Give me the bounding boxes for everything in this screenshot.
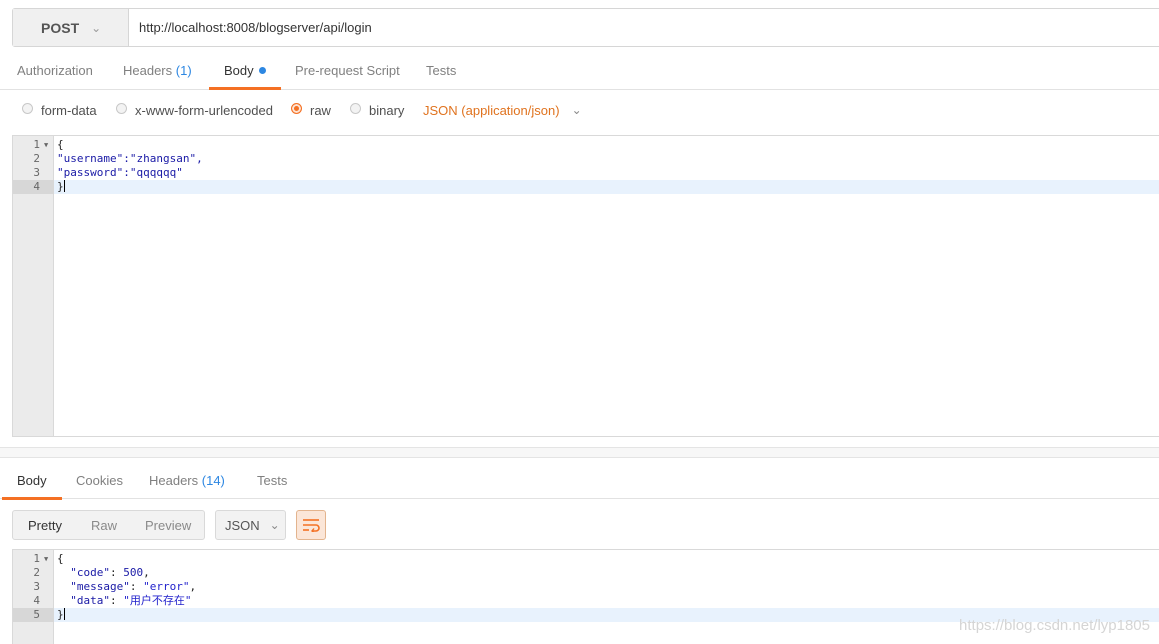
content-type-label: JSON (application/json) — [423, 102, 560, 118]
method-label: POST — [41, 19, 80, 36]
request-tabs: Authorization Headers (1) Body Pre-reque… — [0, 56, 1159, 90]
code-text: } — [57, 180, 64, 193]
line-number: 4 — [33, 594, 40, 607]
view-mode-raw[interactable]: Raw — [91, 518, 117, 533]
code-line: 2 "code": 500, — [13, 566, 1159, 580]
code-line-active: 4 } — [13, 180, 1159, 194]
tab-label: Headers — [123, 63, 173, 78]
tab-label: Tests — [426, 63, 457, 78]
radio-circle-icon — [22, 103, 33, 114]
code-text: "password":"qqqqqq" — [57, 166, 183, 179]
tab-tests[interactable]: Tests — [426, 56, 456, 90]
tab-label: Body — [224, 63, 254, 78]
view-mode-preview[interactable]: Preview — [145, 518, 191, 533]
line-number: 2 — [33, 152, 40, 165]
radio-circle-icon — [116, 103, 127, 114]
response-code-value: 500 — [123, 566, 144, 579]
tab-label: Authorization — [17, 63, 93, 78]
radio-label: form-data — [41, 102, 97, 118]
tab-label: Body — [17, 473, 47, 488]
line-number: 4 — [13, 180, 54, 194]
tab-label: Tests — [257, 473, 288, 488]
tab-label: Headers — [149, 473, 199, 488]
url-input[interactable]: http://localhost:8008/blogserver/api/log… — [139, 9, 372, 46]
chevron-down-icon: ⌄ — [269, 518, 280, 532]
chevron-down-icon: ⌄ — [571, 103, 582, 117]
code-text: "username":"zhangsan", — [57, 152, 203, 165]
line-number: 3 — [33, 580, 40, 593]
text-caret — [63, 180, 65, 192]
tab-count: (1) — [175, 63, 192, 78]
chevron-down-icon: ⌄ — [91, 20, 102, 35]
radio-raw[interactable]: raw — [291, 96, 331, 124]
line-number: 2 — [33, 566, 40, 579]
content-type-dropdown[interactable]: JSON (application/json) ⌄ — [423, 96, 582, 124]
tab-authorization[interactable]: Authorization — [17, 56, 93, 90]
code-text: "data": "用户不存在" — [70, 594, 192, 607]
radio-form-data[interactable]: form-data — [22, 96, 97, 124]
tab-pre-request-script[interactable]: Pre-request Script — [295, 56, 400, 90]
format-dropdown[interactable]: JSON ⌄ — [215, 510, 286, 540]
watermark: https://blog.csdn.net/lyp1805 — [959, 617, 1150, 634]
view-mode-toggle: Pretty Raw Preview — [12, 510, 205, 540]
radio-label: raw — [310, 102, 331, 118]
response-tabs: Body Cookies Headers (14) Tests — [0, 466, 1159, 500]
code-text: "message": "error", — [70, 580, 197, 593]
request-url-bar: POST ⌄ http://localhost:8008/blogserver/… — [12, 8, 1159, 47]
code-line: 3 "password":"qqqqqq" — [13, 166, 1159, 180]
section-divider — [0, 447, 1159, 458]
response-message-value: error — [149, 580, 183, 593]
modified-dot-icon — [258, 67, 266, 74]
tab-body[interactable]: Body — [209, 56, 281, 90]
radio-label: binary — [369, 102, 405, 118]
code-line: 2 "username":"zhangsan", — [13, 152, 1159, 166]
tab-label: Cookies — [76, 473, 123, 488]
code-line: 1 ▼ { — [13, 552, 1159, 566]
view-mode-pretty[interactable]: Pretty — [28, 518, 62, 533]
code-text: { — [57, 138, 64, 151]
wrap-lines-button[interactable] — [296, 510, 326, 540]
fold-arrow-icon[interactable]: ▼ — [44, 138, 48, 152]
radio-x-www-form-urlencoded[interactable]: x-www-form-urlencoded — [116, 96, 273, 124]
text-caret — [63, 608, 65, 620]
line-number: 5 — [13, 608, 54, 622]
radio-binary[interactable]: binary — [350, 96, 404, 124]
code-text: "code": 500, — [70, 566, 150, 579]
tab-cookies[interactable]: Cookies — [76, 466, 123, 500]
radio-label: x-www-form-urlencoded — [135, 102, 273, 118]
method-dropdown[interactable]: POST ⌄ — [13, 9, 129, 46]
code-line: 3 "message": "error", — [13, 580, 1159, 594]
code-text: } — [57, 608, 65, 621]
tab-response-tests[interactable]: Tests — [257, 466, 287, 500]
tab-response-body[interactable]: Body — [2, 466, 62, 500]
code-line: 1 ▼ { — [13, 138, 1159, 152]
format-label: JSON — [225, 517, 260, 533]
code-text: { — [57, 552, 64, 565]
fold-arrow-icon[interactable]: ▼ — [44, 552, 48, 566]
radio-circle-icon — [350, 103, 361, 114]
radio-selected-icon — [291, 103, 302, 114]
code-line: 4 "data": "用户不存在" — [13, 594, 1159, 608]
line-number: 3 — [33, 166, 40, 179]
wrap-lines-icon — [303, 519, 320, 532]
request-body-editor[interactable]: 1 ▼ { 2 "username":"zhangsan", 3 "passwo… — [12, 135, 1159, 437]
tab-label: Pre-request Script — [295, 63, 400, 78]
tab-response-headers[interactable]: Headers (14) — [149, 466, 225, 500]
code-text: } — [57, 180, 65, 194]
tab-headers[interactable]: Headers (1) — [123, 56, 192, 90]
response-data-value: 用户不存在 — [129, 594, 185, 607]
tab-count: (14) — [201, 473, 225, 488]
